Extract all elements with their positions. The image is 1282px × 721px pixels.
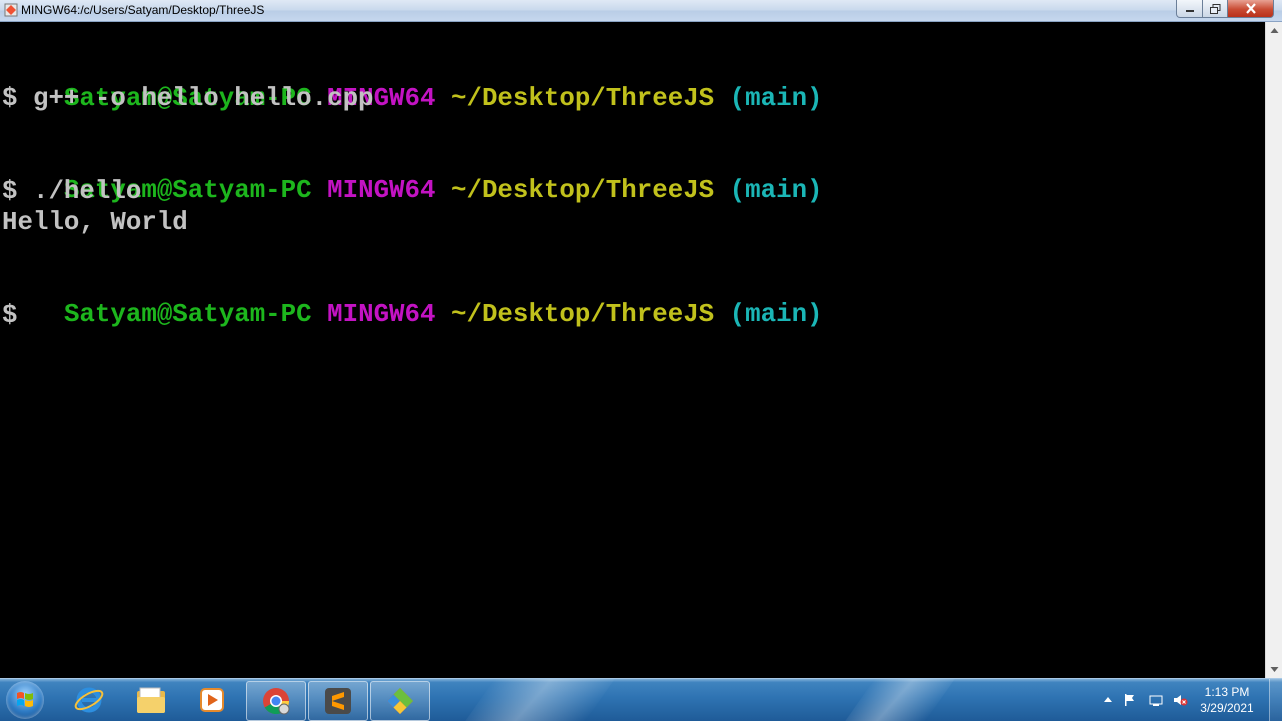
prompt-branch: (main) bbox=[729, 84, 823, 113]
prompt-system: MINGW64 bbox=[327, 176, 436, 205]
show-desktop-button[interactable] bbox=[1269, 679, 1282, 721]
command-line: $ ./hello bbox=[2, 177, 142, 206]
minimize-button[interactable] bbox=[1176, 0, 1203, 18]
scroll-up-icon[interactable] bbox=[1266, 22, 1282, 39]
windows-logo-icon bbox=[17, 692, 33, 707]
taskbar-chrome[interactable] bbox=[246, 681, 306, 721]
minimize-icon bbox=[1185, 9, 1194, 12]
prompt-branch: (main) bbox=[729, 176, 823, 205]
taskbar-media-player[interactable] bbox=[183, 681, 241, 719]
prompt-branch: (main) bbox=[729, 300, 823, 329]
restore-button[interactable] bbox=[1203, 0, 1228, 18]
prompt-path: ~/Desktop/ThreeJS bbox=[450, 84, 715, 113]
sublime-text-icon bbox=[325, 688, 351, 714]
volume-muted-icon[interactable] bbox=[1172, 693, 1188, 707]
taskbar-internet-explorer[interactable] bbox=[60, 681, 118, 719]
close-icon bbox=[1245, 3, 1256, 14]
scroll-down-icon[interactable] bbox=[1266, 661, 1282, 678]
show-hidden-icons-icon[interactable] bbox=[1100, 693, 1116, 707]
network-icon[interactable] bbox=[1148, 693, 1164, 707]
taskbar-git-bash[interactable] bbox=[370, 681, 430, 721]
action-center-flag-icon[interactable] bbox=[1122, 693, 1138, 707]
prompt-system: MINGW64 bbox=[327, 300, 436, 329]
prompt-path: ~/Desktop/ThreeJS bbox=[450, 176, 715, 205]
vertical-scrollbar[interactable] bbox=[1265, 22, 1282, 678]
clock-time: 1:13 PM bbox=[1204, 685, 1250, 699]
command-line: $ g++ -o hello hello.cpp bbox=[2, 84, 374, 113]
prompt-line: Satyam@Satyam-PC MINGW64 ~/Desktop/Three… bbox=[2, 146, 823, 205]
prompt-line: Satyam@Satyam-PC MINGW64 ~/Desktop/Three… bbox=[2, 54, 823, 113]
taskbar-sublime-text[interactable] bbox=[308, 681, 368, 721]
clock-date: 3/29/2021 bbox=[1200, 701, 1254, 715]
file-explorer-icon bbox=[137, 687, 165, 713]
command-prompt-input[interactable]: $ bbox=[2, 301, 17, 331]
git-bash-app-icon bbox=[4, 3, 18, 17]
terminal-area[interactable]: Satyam@Satyam-PC MINGW64 ~/Desktop/Three… bbox=[0, 22, 1265, 678]
restore-icon bbox=[1209, 3, 1220, 14]
taskbar: 1:13 PM 3/29/2021 bbox=[0, 678, 1282, 721]
system-tray: 1:13 PM 3/29/2021 bbox=[1092, 679, 1282, 721]
taskbar-file-explorer[interactable] bbox=[122, 681, 180, 719]
window-title-bar[interactable]: MINGW64:/c/Users/Satyam/Desktop/ThreeJS bbox=[0, 0, 1282, 22]
clock[interactable]: 1:13 PM 3/29/2021 bbox=[1192, 684, 1262, 716]
prompt-user-host: Satyam@Satyam-PC bbox=[63, 300, 312, 329]
prompt-line: Satyam@Satyam-PC MINGW64 ~/Desktop/Three… bbox=[2, 270, 823, 329]
git-bash-icon bbox=[387, 688, 413, 714]
window-title: MINGW64:/c/Users/Satyam/Desktop/ThreeJS bbox=[21, 3, 265, 17]
media-player-icon bbox=[200, 688, 224, 712]
close-button[interactable] bbox=[1228, 0, 1274, 18]
program-output: Hello, World bbox=[2, 208, 188, 237]
internet-explorer-icon bbox=[74, 687, 104, 713]
prompt-path: ~/Desktop/ThreeJS bbox=[450, 300, 715, 329]
chrome-icon bbox=[263, 688, 290, 715]
start-button[interactable] bbox=[6, 681, 44, 719]
